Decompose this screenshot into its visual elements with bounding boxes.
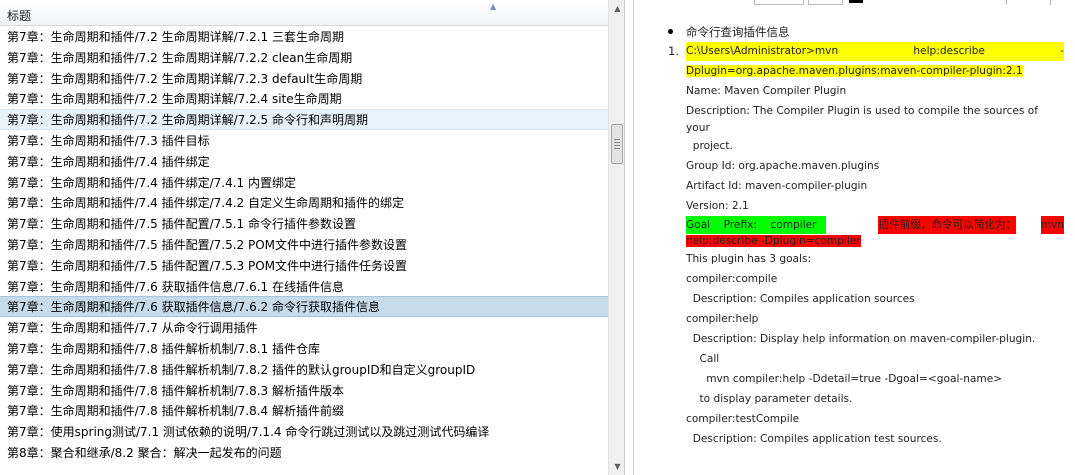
list-item[interactable]: 第7章：生命周期和插件/7.5 插件配置/7.5.1 命令行插件参数设置 [0, 213, 608, 234]
list-item[interactable]: 第7章：生命周期和插件/7.2 生命周期详解/7.2.3 default生命周期 [0, 68, 608, 89]
toolbar-edge [634, 0, 1075, 6]
list-item[interactable]: 第7章：生命周期和插件/7.4 插件绑定/7.4.2 自定义生命周期和插件的绑定 [0, 192, 608, 213]
scroll-up-icon[interactable]: ▲ [609, 0, 624, 17]
goal-help-tail: to display parameter details. [686, 393, 853, 405]
list-item[interactable]: 第7章：生命周期和插件/7.2 生命周期详解/7.2.1 三套生命周期 [0, 26, 608, 47]
command-line-1: 1. C:\Users\Administrator>mvn help:descr… [634, 42, 1075, 61]
goal-prefix: Goal Prefix: compiler [686, 216, 826, 234]
note-content-pane: 命令行查询插件信息 1. C:\Users\Administrator>mvn … [633, 0, 1075, 475]
list-item[interactable]: 第7章：生命周期和插件/7.7 从命令行调用插件 [0, 317, 608, 338]
version: Version: 2.1 [686, 200, 749, 212]
command-part: help:describe [913, 45, 985, 57]
goal-help-call: Call [686, 353, 720, 365]
vertical-scrollbar[interactable]: ▲ ▼ [608, 0, 624, 475]
plugin-name: Name: Maven Compiler Plugin [686, 85, 847, 97]
list-item[interactable]: 第7章：生命周期和插件/7.6 获取插件信息/7.6.1 在线插件信息 [0, 276, 608, 297]
list-item[interactable]: 第7章：生命周期和插件/7.4 插件绑定/7.4.1 内置绑定 [0, 172, 608, 193]
list-item[interactable]: 第7章：生命周期和插件/7.2 生命周期详解/7.2.4 site生命周期 [0, 88, 608, 109]
sort-ascending-icon: ▲ [490, 2, 497, 11]
list-item[interactable]: 第7章：生命周期和插件/7.5 插件配置/7.5.2 POM文件中进行插件参数设… [0, 234, 608, 255]
bullet-item: 命令行查询插件信息 [634, 22, 1075, 42]
toolbar-button[interactable] [808, 0, 843, 5]
title-list: 第7章：生命周期和插件/7.2 生命周期详解/7.2.1 三套生命周期 第7章：生… [0, 26, 608, 463]
bullet-icon [668, 29, 673, 34]
goal-help-cmd: mvn compiler:help -Ddetail=true -Dgoal=<… [686, 373, 1003, 385]
goal-compile: compiler:compile [686, 273, 778, 285]
command-part: - [1060, 45, 1064, 57]
group-id: Group Id: org.apache.maven.plugins [686, 160, 880, 172]
list-number: 1. [668, 44, 679, 58]
goal-testcompile-desc: Description: Compiles application test s… [686, 433, 942, 445]
list-item[interactable]: 第7章：使用spring测试/7.1 测试依赖的说明/7.1.4 命令行跳过测试… [0, 421, 608, 442]
prefix-note-line2: help:describe -Dplugin=compiler [686, 235, 861, 247]
goal-help: compiler:help [686, 313, 759, 325]
color-swatch-icon[interactable] [849, 0, 863, 3]
list-item[interactable]: 第7章：生命周期和插件/7.8 插件解析机制/7.8.1 插件仓库 [0, 338, 608, 359]
goal-prefix-line: Goal Prefix: compiler 插件前缀，命令可以简化为： mvn [634, 216, 1075, 234]
toolbar-divider [1006, 0, 1007, 5]
goal-help-desc: Description: Display help information on… [686, 333, 1036, 345]
command-highlight: C:\Users\Administrator>mvn help:describe… [686, 42, 1064, 61]
plugin-description-cont: project. [686, 140, 733, 152]
command-line-2: Dplugin=org.apache.maven.plugins:maven-c… [686, 65, 1023, 77]
command-part: C:\Users\Administrator>mvn [686, 45, 839, 57]
goal-testcompile: compiler:testCompile [686, 413, 800, 425]
scrollbar-thumb[interactable] [611, 124, 623, 164]
plugin-description: Description: The Compiler Plugin is used… [686, 105, 1039, 117]
column-header-title[interactable]: 标题 ▲ [0, 0, 608, 26]
list-item[interactable]: 第7章：生命周期和插件/7.5 插件配置/7.5.3 POM文件中进行插件任务设… [0, 255, 608, 276]
list-item[interactable]: 第7章：生命周期和插件/7.8 插件解析机制/7.8.2 插件的默认groupI… [0, 359, 608, 380]
bullet-text: 命令行查询插件信息 [686, 25, 790, 39]
artifact-id: Artifact Id: maven-compiler-plugin [686, 180, 868, 192]
list-item[interactable]: 第7章：生命周期和插件/7.6 获取插件信息/7.6.2 命令行获取插件信息 [0, 296, 608, 318]
document-body[interactable]: 命令行查询插件信息 1. C:\Users\Administrator>mvn … [634, 22, 1075, 449]
list-item[interactable]: 第7章：生命周期和插件/7.4 插件绑定 [0, 151, 608, 172]
outline-pane: 标题 ▲ 第7章：生命周期和插件/7.2 生命周期详解/7.2.1 三套生命周期… [0, 0, 625, 475]
list-item[interactable]: 第7章：生命周期和插件/7.2 生命周期详解/7.2.5 命令行和声明周期 [0, 109, 608, 130]
scroll-down-icon[interactable]: ▼ [609, 458, 624, 475]
prefix-note: 插件前缀，命令可以简化为： [878, 216, 1017, 234]
plugin-description-cont: your [686, 122, 710, 134]
goal-compile-desc: Description: Compiles application source… [686, 293, 915, 305]
toolbar-divider [1050, 0, 1051, 5]
list-item[interactable]: 第7章：生命周期和插件/7.8 插件解析机制/7.8.4 解析插件前缀 [0, 400, 608, 421]
column-header-label: 标题 [7, 9, 32, 23]
list-item[interactable]: 第7章：生命周期和插件/7.3 插件目标 [0, 130, 608, 151]
list-item[interactable]: 第7章：生命周期和插件/7.8 插件解析机制/7.8.3 解析插件版本 [0, 380, 608, 401]
goals-count: This plugin has 3 goals: [686, 253, 812, 265]
prefix-note-cmd: mvn [1040, 216, 1064, 234]
list-item[interactable]: 第7章：生命周期和插件/7.2 生命周期详解/7.2.2 clean生命周期 [0, 47, 608, 68]
toolbar-button[interactable] [754, 0, 804, 5]
list-item[interactable]: 第8章：聚合和继承/8.2 聚合：解决一起发布的问题 [0, 442, 608, 463]
